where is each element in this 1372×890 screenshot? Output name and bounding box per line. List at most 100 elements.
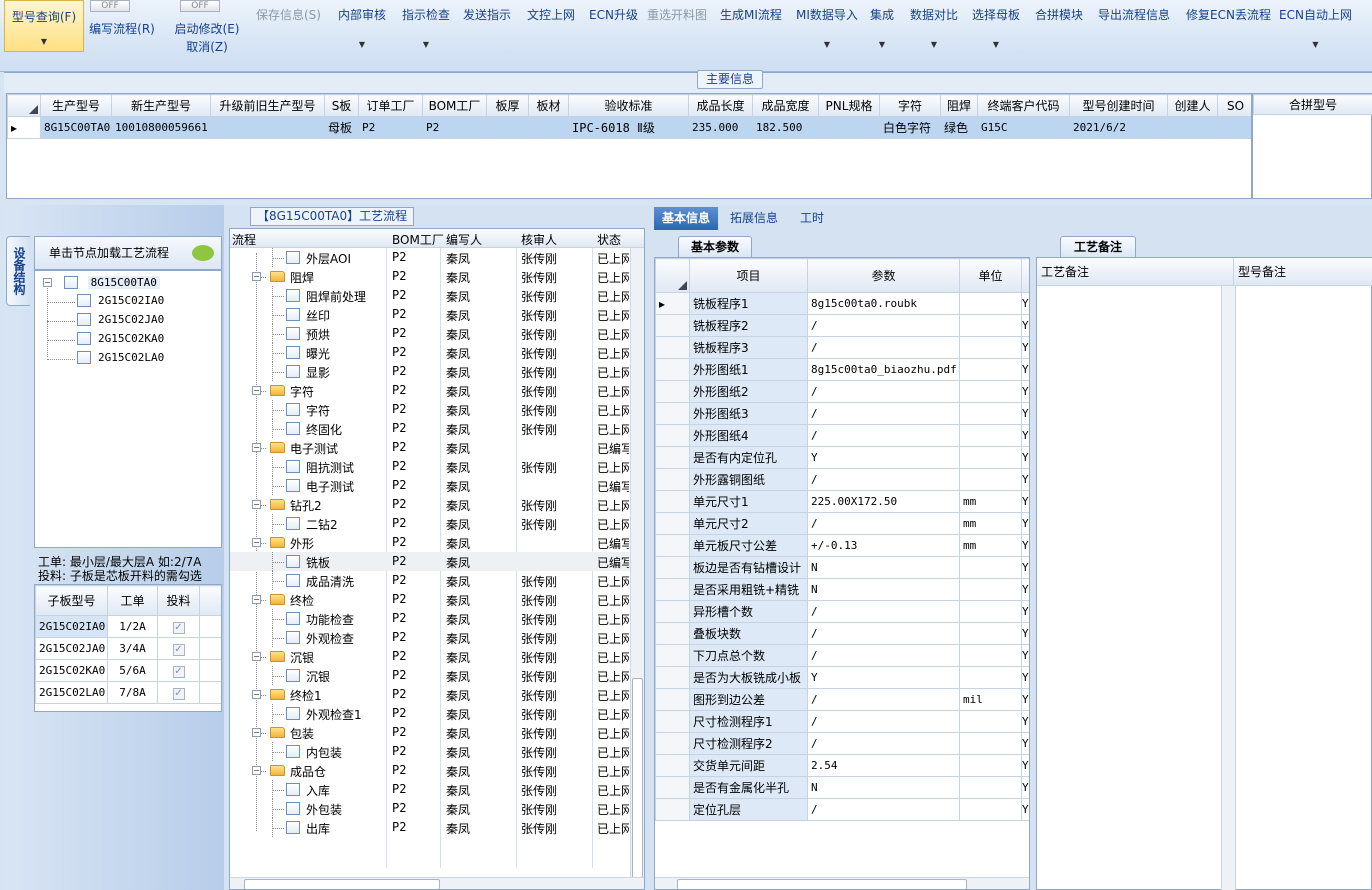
column-header[interactable]: 项目: [689, 258, 808, 293]
tree-node-child[interactable]: 2G15C02JA0: [77, 312, 164, 330]
toolbar-button-1[interactable]: 内部审核 ▼: [338, 0, 386, 70]
column-header[interactable]: 新生产型号: [111, 94, 211, 117]
cell[interactable]: [486, 116, 529, 139]
cell[interactable]: 7/8A: [107, 681, 158, 704]
param-value[interactable]: /: [807, 688, 960, 711]
table-row[interactable]: 外形露铜图纸 / Y: [655, 468, 1029, 491]
table-row[interactable]: 外形图纸1 8g15c00ta0_biaozhu.pdf Y: [655, 358, 1029, 381]
cell[interactable]: G15C: [977, 116, 1070, 139]
column-header[interactable]: S板: [324, 94, 359, 117]
process-row[interactable]: − 成品仓 P2 秦凤 张传刚 已上网: [230, 761, 640, 780]
model-query-button[interactable]: 型号查询(F) ▼: [4, 0, 84, 52]
table-row[interactable]: 下刀点总个数 / Y: [655, 644, 1029, 667]
column-header[interactable]: 板材: [528, 94, 569, 117]
toolbar-button-8[interactable]: MI数据导入 ▼: [796, 0, 858, 70]
table-row[interactable]: 是否采用粗铣+精铣 N Y: [655, 578, 1029, 601]
collapse-icon[interactable]: −: [252, 272, 261, 281]
process-row[interactable]: 终固化 P2 秦凤 张传刚 已上网: [230, 419, 640, 438]
table-row[interactable]: 外形图纸4/ Y: [655, 424, 1029, 447]
toolbar-button-12[interactable]: 合拼模块: [1035, 0, 1083, 70]
checkbox-icon[interactable]: ✓: [172, 644, 185, 656]
collapse-icon[interactable]: −: [43, 278, 52, 287]
table-row[interactable]: 单元尺寸2/mm Y: [655, 512, 1029, 535]
toolbar-button-6[interactable]: 重选开料图: [647, 0, 707, 70]
column-header[interactable]: BOM工厂: [422, 94, 487, 117]
column-header[interactable]: 编写人: [446, 231, 482, 248]
process-row[interactable]: 沉银 P2 秦凤 张传刚 已上网: [230, 666, 640, 685]
tab-hours[interactable]: 工时: [790, 207, 834, 230]
feed-checkbox-cell[interactable]: ✓: [157, 637, 200, 660]
cell[interactable]: [1217, 116, 1251, 139]
toolbar-button-3[interactable]: 发送指示: [463, 0, 511, 70]
column-header[interactable]: 投料: [157, 585, 200, 616]
start-modify-off-toggle[interactable]: OFF: [180, 0, 220, 12]
feed-checkbox-cell[interactable]: ✓: [157, 615, 200, 638]
table-row[interactable]: 铣板程序3/ Y: [655, 336, 1029, 359]
param-value[interactable]: /: [807, 710, 960, 733]
param-value[interactable]: 8g15c00ta0_biaozhu.pdf: [807, 358, 960, 381]
table-row[interactable]: 是否有金属化半孔 N Y: [655, 776, 1029, 799]
cell[interactable]: 3/4A: [107, 637, 158, 660]
tree-node-child[interactable]: 2G15C02LA0: [77, 350, 164, 368]
cell[interactable]: 白色字符: [879, 116, 941, 139]
process-row[interactable]: 曝光 P2 秦凤 张传刚 已上网: [230, 343, 640, 362]
collapse-icon[interactable]: −: [252, 766, 261, 775]
cancel-label[interactable]: 取消(Z): [172, 38, 242, 55]
tab-extend[interactable]: 拓展信息: [722, 207, 786, 230]
collapse-icon[interactable]: −: [252, 652, 261, 661]
table-row[interactable]: 板边是否有钻槽设计 N Y: [655, 556, 1029, 579]
table-row[interactable]: 外形图纸3/ Y: [655, 402, 1029, 425]
toolbar-button-5[interactable]: ECN升级: [589, 0, 638, 70]
process-row[interactable]: 外观检查 P2 秦凤 张传刚 已上网: [230, 628, 640, 647]
column-header[interactable]: 单位: [959, 258, 1022, 293]
toolbar-button-10[interactable]: 数据对比 ▼: [910, 0, 958, 70]
cell[interactable]: 母板: [324, 116, 359, 139]
process-row[interactable]: − 包装 P2 秦凤 张传刚 已上网: [230, 723, 640, 742]
model-remark-textarea[interactable]: [1235, 286, 1372, 890]
param-value[interactable]: /: [807, 402, 960, 425]
table-row[interactable]: 是否为大板铣成小板 Y Y: [655, 666, 1029, 689]
feed-checkbox-cell[interactable]: ✓: [157, 659, 200, 682]
table-row[interactable]: 外形图纸2/ Y: [655, 380, 1029, 403]
scroll-thumb[interactable]: [632, 678, 643, 878]
param-value[interactable]: 2.54: [807, 754, 960, 777]
param-value[interactable]: +/-0.13: [807, 534, 960, 557]
cell[interactable]: 10010800059661: [111, 116, 211, 139]
tree-node-child[interactable]: 2G15C02KA0: [77, 331, 164, 349]
device-structure-tab[interactable]: 设备结构: [6, 236, 30, 306]
param-value[interactable]: 8g15c00ta0.roubk: [807, 292, 960, 315]
process-row[interactable]: 字符 P2 秦凤 张传刚 已上网: [230, 400, 640, 419]
collapse-icon[interactable]: −: [252, 538, 261, 547]
param-value[interactable]: /: [807, 380, 960, 403]
column-header[interactable]: 参数: [807, 258, 960, 293]
toolbar-button-15[interactable]: ECN自动上网 ▼: [1279, 0, 1352, 70]
param-value[interactable]: /: [807, 336, 960, 359]
param-value[interactable]: N: [807, 556, 960, 579]
feed-checkbox-cell[interactable]: ✓: [157, 681, 200, 704]
cell[interactable]: 2G15C02JA0: [35, 637, 108, 660]
table-row[interactable]: 2G15C02IA0 1/2A ✓: [35, 615, 221, 638]
cell[interactable]: 235.000: [688, 116, 753, 139]
cell[interactable]: 2G15C02LA0: [35, 681, 108, 704]
process-row[interactable]: 功能检查 P2 秦凤 张传刚 已上网: [230, 609, 640, 628]
cell[interactable]: [210, 116, 325, 139]
column-header[interactable]: 子板型号: [35, 585, 108, 616]
process-row[interactable]: 外包装 P2 秦凤 张传刚 已上网: [230, 799, 640, 818]
cell[interactable]: 绿色: [940, 116, 978, 139]
process-row[interactable]: 显影 P2 秦凤 张传刚 已上网: [230, 362, 640, 381]
process-row[interactable]: 外层AOI P2 秦凤 张传刚 已上网: [230, 248, 640, 267]
process-remark-subtab[interactable]: 工艺备注: [1060, 236, 1136, 257]
param-value[interactable]: Y: [807, 446, 960, 469]
process-row[interactable]: − 钻孔2 P2 秦凤 张传刚 已上网: [230, 495, 640, 514]
column-header[interactable]: 成品宽度: [752, 94, 819, 117]
basic-params-subtab[interactable]: 基本参数: [678, 236, 752, 257]
cell[interactable]: 8G15C00TA0: [40, 116, 112, 139]
column-header[interactable]: 验收标准: [568, 94, 689, 117]
param-value[interactable]: /: [807, 798, 960, 821]
collapse-icon[interactable]: −: [252, 595, 261, 604]
cell[interactable]: IPC-6018 Ⅱ级: [568, 116, 689, 139]
process-row[interactable]: − 沉银 P2 秦凤 张传刚 已上网: [230, 647, 640, 666]
param-value[interactable]: /: [807, 622, 960, 645]
tab-basic[interactable]: 基本信息: [654, 207, 718, 230]
tree-node-root[interactable]: − 8G15C00TA0: [43, 275, 160, 293]
